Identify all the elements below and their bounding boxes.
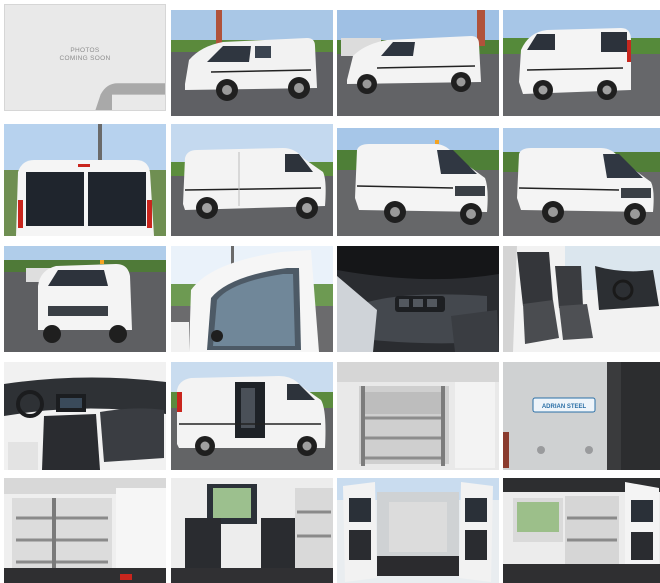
placeholder-caption: PHOTOS COMING SOON <box>5 47 165 63</box>
photo-thumb-van-rear-side[interactable] <box>503 10 660 116</box>
photo-thumb-cargo-shelving[interactable] <box>337 362 499 470</box>
photo-thumb-van-front-three-quarter[interactable] <box>337 128 499 236</box>
photo-thumb-cargo-side-interior[interactable] <box>503 478 660 583</box>
photo-thumb-van-front-side-lot[interactable] <box>337 10 499 116</box>
photo-thumb-open-front-door[interactable] <box>171 246 333 352</box>
photo-thumb-adrian-steel-badge[interactable]: ADRIAN STEEL <box>503 362 660 470</box>
photo-thumb-cargo-rear-view[interactable] <box>171 478 333 583</box>
photo-thumb-front-seats[interactable] <box>503 246 660 352</box>
photo-thumb-van-front-side[interactable] <box>171 10 333 116</box>
adrian-steel-label: ADRIAN STEEL <box>542 404 587 410</box>
photo-thumb-rear-doors-open[interactable] <box>337 478 499 583</box>
photo-gallery-grid: PHOTOS COMING SOON ADRIAN STEEL <box>0 0 660 583</box>
car-icon <box>95 83 165 110</box>
photo-thumb-sliding-door-open[interactable] <box>171 362 333 470</box>
placeholder-line2: COMING SOON <box>59 55 111 62</box>
photo-thumb-van-front-parking-lot[interactable] <box>4 246 166 352</box>
photo-placeholder-tile[interactable]: PHOTOS COMING SOON <box>4 4 166 111</box>
photo-thumb-van-rear-doors[interactable] <box>4 124 166 236</box>
photo-thumb-door-panel-switches[interactable] <box>337 246 499 352</box>
photo-thumb-van-front-angle[interactable] <box>503 128 660 236</box>
placeholder-line1: PHOTOS <box>70 47 100 54</box>
photo-thumb-dashboard[interactable] <box>4 362 166 470</box>
photo-thumb-van-left-side[interactable] <box>171 124 333 236</box>
photo-thumb-cargo-shelving-interior[interactable] <box>4 478 166 583</box>
